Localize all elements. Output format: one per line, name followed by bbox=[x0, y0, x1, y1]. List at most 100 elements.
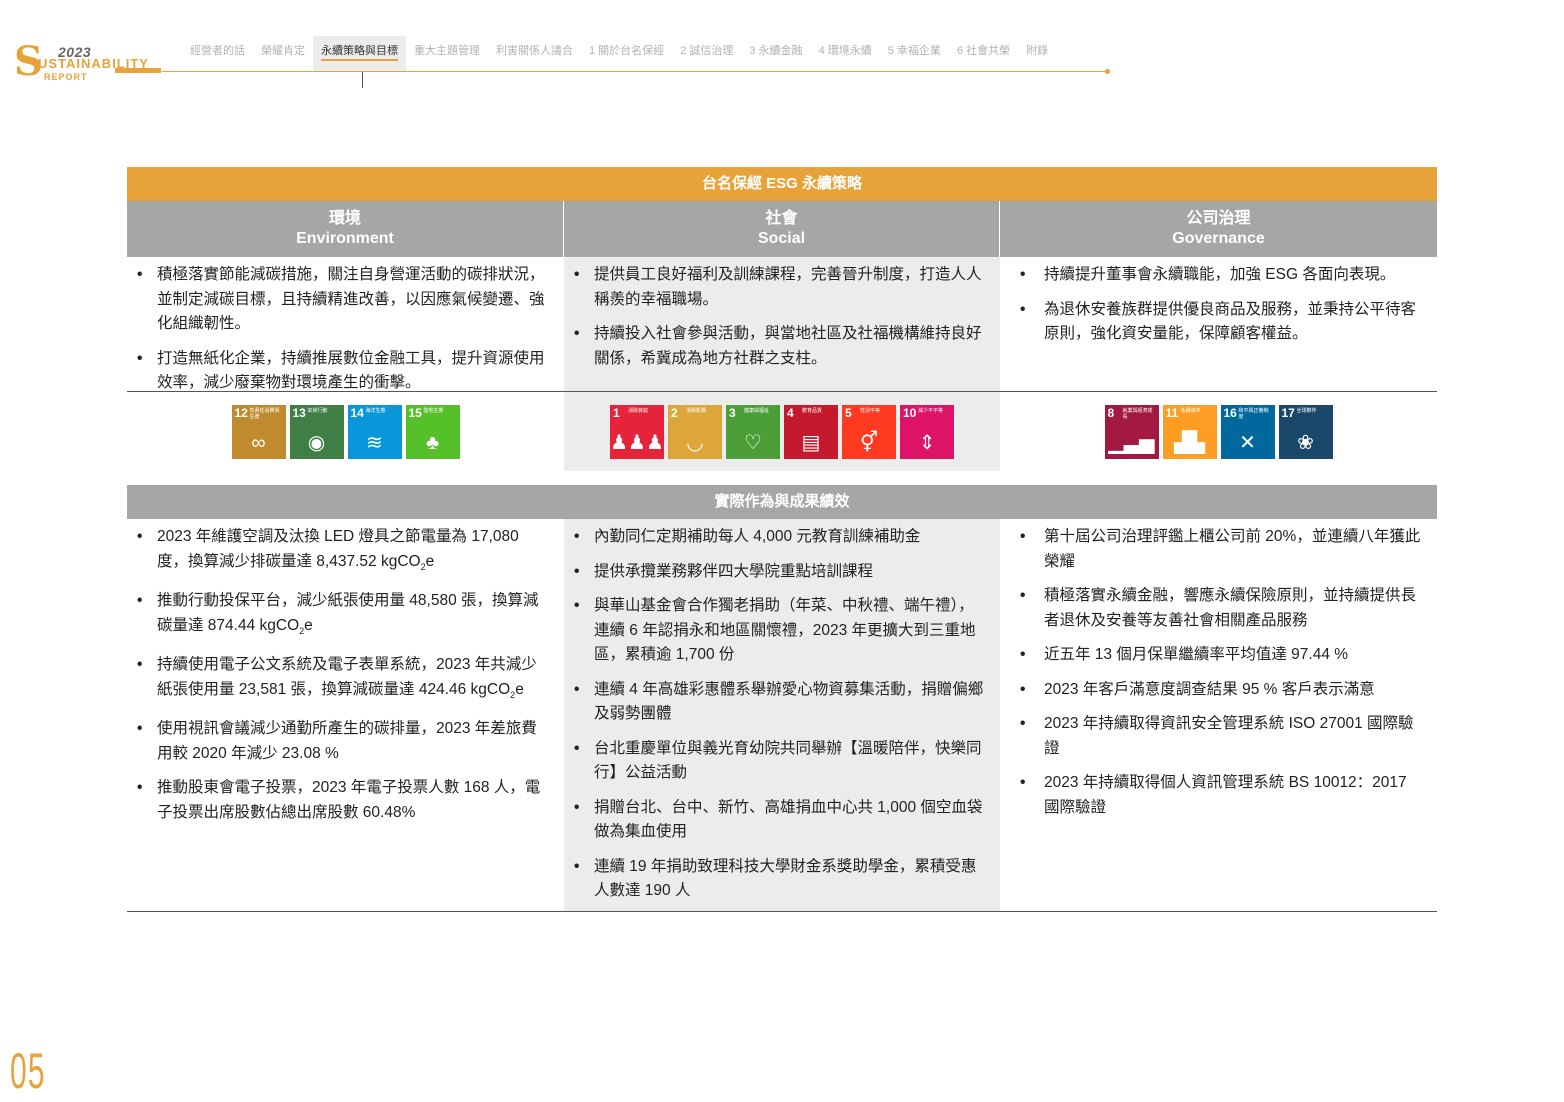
nav-item-label: 榮耀肯定 bbox=[261, 45, 305, 57]
nav-active-marker bbox=[362, 72, 363, 88]
book-icon: ▤ bbox=[801, 431, 821, 454]
column-header-environment: 環境 Environment bbox=[127, 201, 564, 257]
sdg-title: 性別平等 bbox=[860, 407, 881, 414]
nav-item[interactable]: 5 幸福企業 bbox=[880, 36, 949, 72]
column-header-row: 環境 Environment 社會 Social 公司治理 Governance bbox=[127, 201, 1437, 257]
sdg-number: 17 bbox=[1281, 405, 1295, 420]
sdg-title: 健康與福祉 bbox=[744, 407, 770, 414]
column-header-zh: 環境 bbox=[328, 210, 361, 227]
sdg-title: 氣候行動 bbox=[307, 407, 328, 414]
nav-item[interactable]: 重大主題管理 bbox=[406, 36, 488, 72]
nav-item-label: 利害關係人議合 bbox=[496, 45, 573, 57]
nav-item-label: 2 誠信治理 bbox=[680, 45, 734, 57]
sdg-title: 消除飢餓 bbox=[686, 407, 707, 414]
co2-suffix: e bbox=[304, 616, 313, 634]
sdg-title: 負責任消費與生產 bbox=[249, 407, 280, 420]
nav-item-label: 永續策略與目標 bbox=[321, 45, 398, 61]
list-item: 持續使用電子公文系統及電子表單系統，2023 年共減少紙張使用量 23,581 … bbox=[135, 653, 552, 707]
nav-item-label: 4 環境永續 bbox=[818, 45, 872, 57]
sdg-title: 就業與經濟成長 bbox=[1122, 407, 1153, 420]
nav-item[interactable]: 1 關於台名保經 bbox=[581, 36, 672, 72]
sdg-number: 12 bbox=[234, 405, 248, 420]
nav-item[interactable]: 6 社會共榮 bbox=[949, 36, 1018, 72]
results-environment-cell: 2023 年維護空調及汰換 LED 燈具之節電量為 17,080 度，換算減少排… bbox=[127, 519, 564, 911]
nav-item[interactable]: 利害關係人議合 bbox=[488, 36, 581, 72]
page-number: 05 bbox=[10, 1043, 46, 1099]
sdg-number: 5 bbox=[845, 405, 852, 420]
logo-report: REPORT bbox=[44, 72, 88, 82]
sdg-goal-2-badge: 2 消除飢餓 ◡ bbox=[668, 404, 722, 459]
results-governance-cell: 第十屆公司治理評鑑上櫃公司前 20%，並連續八年獲此榮耀積極落實永續金融，響應永… bbox=[1000, 519, 1437, 911]
list-item: 使用視訊會議減少通勤所產生的碳排量，2023 年差旅費用較 2020 年減少 2… bbox=[135, 717, 552, 766]
sdg-icon-row: 12 負責任消費與生產 ∞ 13 氣候行動 ◉ 14 海洋生態 ≋ 15 陸地生態 ♣ 1 消除貧窮 ♟♟… bbox=[127, 391, 1437, 471]
sdg-goal-12-badge: 12 負責任消費與生產 ∞ bbox=[231, 404, 286, 459]
nav-item[interactable]: 永續策略與目標 bbox=[313, 36, 406, 72]
nav-item-label: 1 關於台名保經 bbox=[589, 45, 665, 57]
sdg-number: 3 bbox=[729, 405, 736, 420]
eye-globe-icon: ◉ bbox=[307, 431, 326, 454]
list-item: 內勤同仁定期補助每人 4,000 元教育訓練補助金 bbox=[572, 525, 988, 550]
strategy-environment-cell: 積極落實節能減碳措施，關注自身營運活動的碳排狀況，並制定減碳目標，且持續精進改善… bbox=[127, 257, 564, 391]
nav-item[interactable]: 2 誠信治理 bbox=[672, 36, 741, 72]
column-header-en: Governance bbox=[1172, 230, 1265, 247]
sdg-goal-8-badge: 8 就業與經濟成長 ▁▃▅ bbox=[1104, 404, 1159, 459]
list-item: 2023 年客戶滿意度調查結果 95 % 客戶表示滿意 bbox=[1008, 678, 1425, 703]
list-item: 連續 4 年高雄彩惠體系舉辦愛心物資募集活動，捐贈偏鄉及弱勢團體 bbox=[572, 678, 988, 727]
list-item: 積極落實永續金融，響應永續保險原則，並持續提供長者退休及安養等友善社會相關產品服… bbox=[1008, 584, 1425, 633]
nav-item[interactable]: 附錄 bbox=[1018, 36, 1056, 72]
heartbeat-icon: ♡ bbox=[744, 431, 762, 454]
list-item: 持續提升董事會永續職能，加強 ESG 各面向表現。 bbox=[1008, 263, 1425, 288]
column-header-governance: 公司治理 Governance bbox=[1000, 201, 1437, 257]
nav-item[interactable]: 經營者的話 bbox=[182, 36, 253, 72]
city-icon: ▟▙ bbox=[1174, 431, 1205, 454]
strategy-social-cell: 提供員工良好福利及訓練課程，完善晉升制度，打造人人稱羨的幸福職場。持續投入社會參… bbox=[564, 257, 1000, 391]
esg-strategy-table: 台名保經 ESG 永續策略 環境 Environment 社會 Social 公… bbox=[127, 167, 1437, 912]
co2-suffix: e bbox=[425, 552, 435, 570]
people-icon: ♟♟♟ bbox=[610, 431, 664, 454]
flower-icon: ❀ bbox=[1297, 431, 1314, 454]
strategy-governance-cell: 持續提升董事會永續職能，加強 ESG 各面向表現。為退休安養族群提供優良商品及服… bbox=[1000, 257, 1437, 391]
sdg-number: 13 bbox=[292, 405, 306, 420]
sdg-goal-17-badge: 17 全球夥伴 ❀ bbox=[1278, 404, 1333, 459]
sdg-goal-5-badge: 5 性別平等 ⚥ bbox=[842, 404, 896, 459]
list-item-text: 推動行動投保平台，減少紙張使用量 48,580 張，換算減碳量達 874.44 … bbox=[157, 592, 539, 634]
list-item: 提供員工良好福利及訓練課程，完善晉升制度，打造人人稱羨的幸福職場。 bbox=[572, 263, 988, 312]
fish-icon: ≋ bbox=[366, 431, 383, 454]
list-item: 連續 19 年捐助致理科技大學財金系獎助學金，累積受惠人數達 190 人 bbox=[572, 855, 988, 904]
sdg-title: 減少不平等 bbox=[918, 407, 944, 414]
list-item: 台北重慶單位與義光育幼院共同舉辦【溫暖陪伴，快樂同行】公益活動 bbox=[572, 737, 988, 786]
top-nav: 經營者的話 榮耀肯定 永續策略與目標 重大主題管理 利害關係人議合 1 關於台名保經 2 誠… bbox=[182, 36, 1056, 72]
sdg-title: 全球夥伴 bbox=[1296, 407, 1317, 414]
list-item: 近五年 13 個月保單繼續率平均值達 97.44 % bbox=[1008, 643, 1425, 668]
table-title: 台名保經 ESG 永續策略 bbox=[127, 167, 1437, 201]
results-social-cell: 內勤同仁定期補助每人 4,000 元教育訓練補助金提供承攬業務夥伴四大學院重點培… bbox=[564, 519, 1000, 911]
sdg-goal-14-badge: 14 海洋生態 ≋ bbox=[347, 404, 402, 459]
list-item: 打造無紙化企業，持續推展數位金融工具，提升資源使用效率，減少廢棄物對環境產生的衝… bbox=[135, 347, 552, 396]
sdg-goal-10-badge: 10 減少不平等 ⇕ bbox=[900, 404, 954, 459]
nav-item-label: 5 幸福企業 bbox=[887, 45, 941, 57]
nav-item-label: 3 永續金融 bbox=[749, 45, 803, 57]
sdg-title: 和平與正義制度 bbox=[1238, 407, 1269, 420]
nav-item[interactable]: 4 環境永續 bbox=[811, 36, 880, 72]
sdg-title: 海洋生態 bbox=[365, 407, 386, 414]
sdg-title: 教育品質 bbox=[802, 407, 823, 414]
sdg-title: 消除貧窮 bbox=[628, 407, 649, 414]
list-item: 為退休安養族群提供優良商品及服務，並秉持公平待客原則，強化資安量能，保障顧客權益… bbox=[1008, 298, 1425, 347]
nav-item[interactable]: 榮耀肯定 bbox=[253, 36, 313, 72]
sdg-number: 2 bbox=[671, 405, 678, 420]
list-item: 提供承攬業務夥伴四大學院重點培訓課程 bbox=[572, 560, 988, 585]
sdg-icons-governance: 8 就業與經濟成長 ▁▃▅ 11 永續城市 ▟▙ 16 和平與正義制度 ✕ 17 全球夥伴 ❀ bbox=[1000, 392, 1437, 471]
report-logo[interactable]: S 2023 USTAINABILITY REPORT bbox=[14, 40, 164, 88]
list-item: 持續投入社會參與活動，與當地社區及社福機構維持良好關係，希冀成為地方社群之支柱。 bbox=[572, 322, 988, 371]
list-item-text: 使用視訊會議減少通勤所產生的碳排量，2023 年差旅費用較 2020 年減少 2… bbox=[157, 720, 537, 762]
nav-divider-dot bbox=[1105, 69, 1110, 74]
nav-item[interactable]: 3 永續金融 bbox=[741, 36, 810, 72]
list-item: 2023 年持續取得資訊安全管理系統 ISO 27001 國際驗證 bbox=[1008, 712, 1425, 761]
strategy-row: 積極落實節能減碳措施，關注自身營運活動的碳排狀況，並制定減碳目標，且持續精進改善… bbox=[127, 257, 1437, 391]
results-title: 實際作為與成果績效 bbox=[127, 485, 1437, 519]
sdg-title: 永續城市 bbox=[1180, 407, 1201, 414]
results-row: 2023 年維護空調及汰換 LED 燈具之節電量為 17,080 度，換算減少排… bbox=[127, 519, 1437, 911]
sdg-goal-4-badge: 4 教育品質 ▤ bbox=[784, 404, 838, 459]
co2-suffix: e bbox=[515, 680, 524, 698]
sdg-goal-1-badge: 1 消除貧窮 ♟♟♟ bbox=[610, 404, 664, 459]
